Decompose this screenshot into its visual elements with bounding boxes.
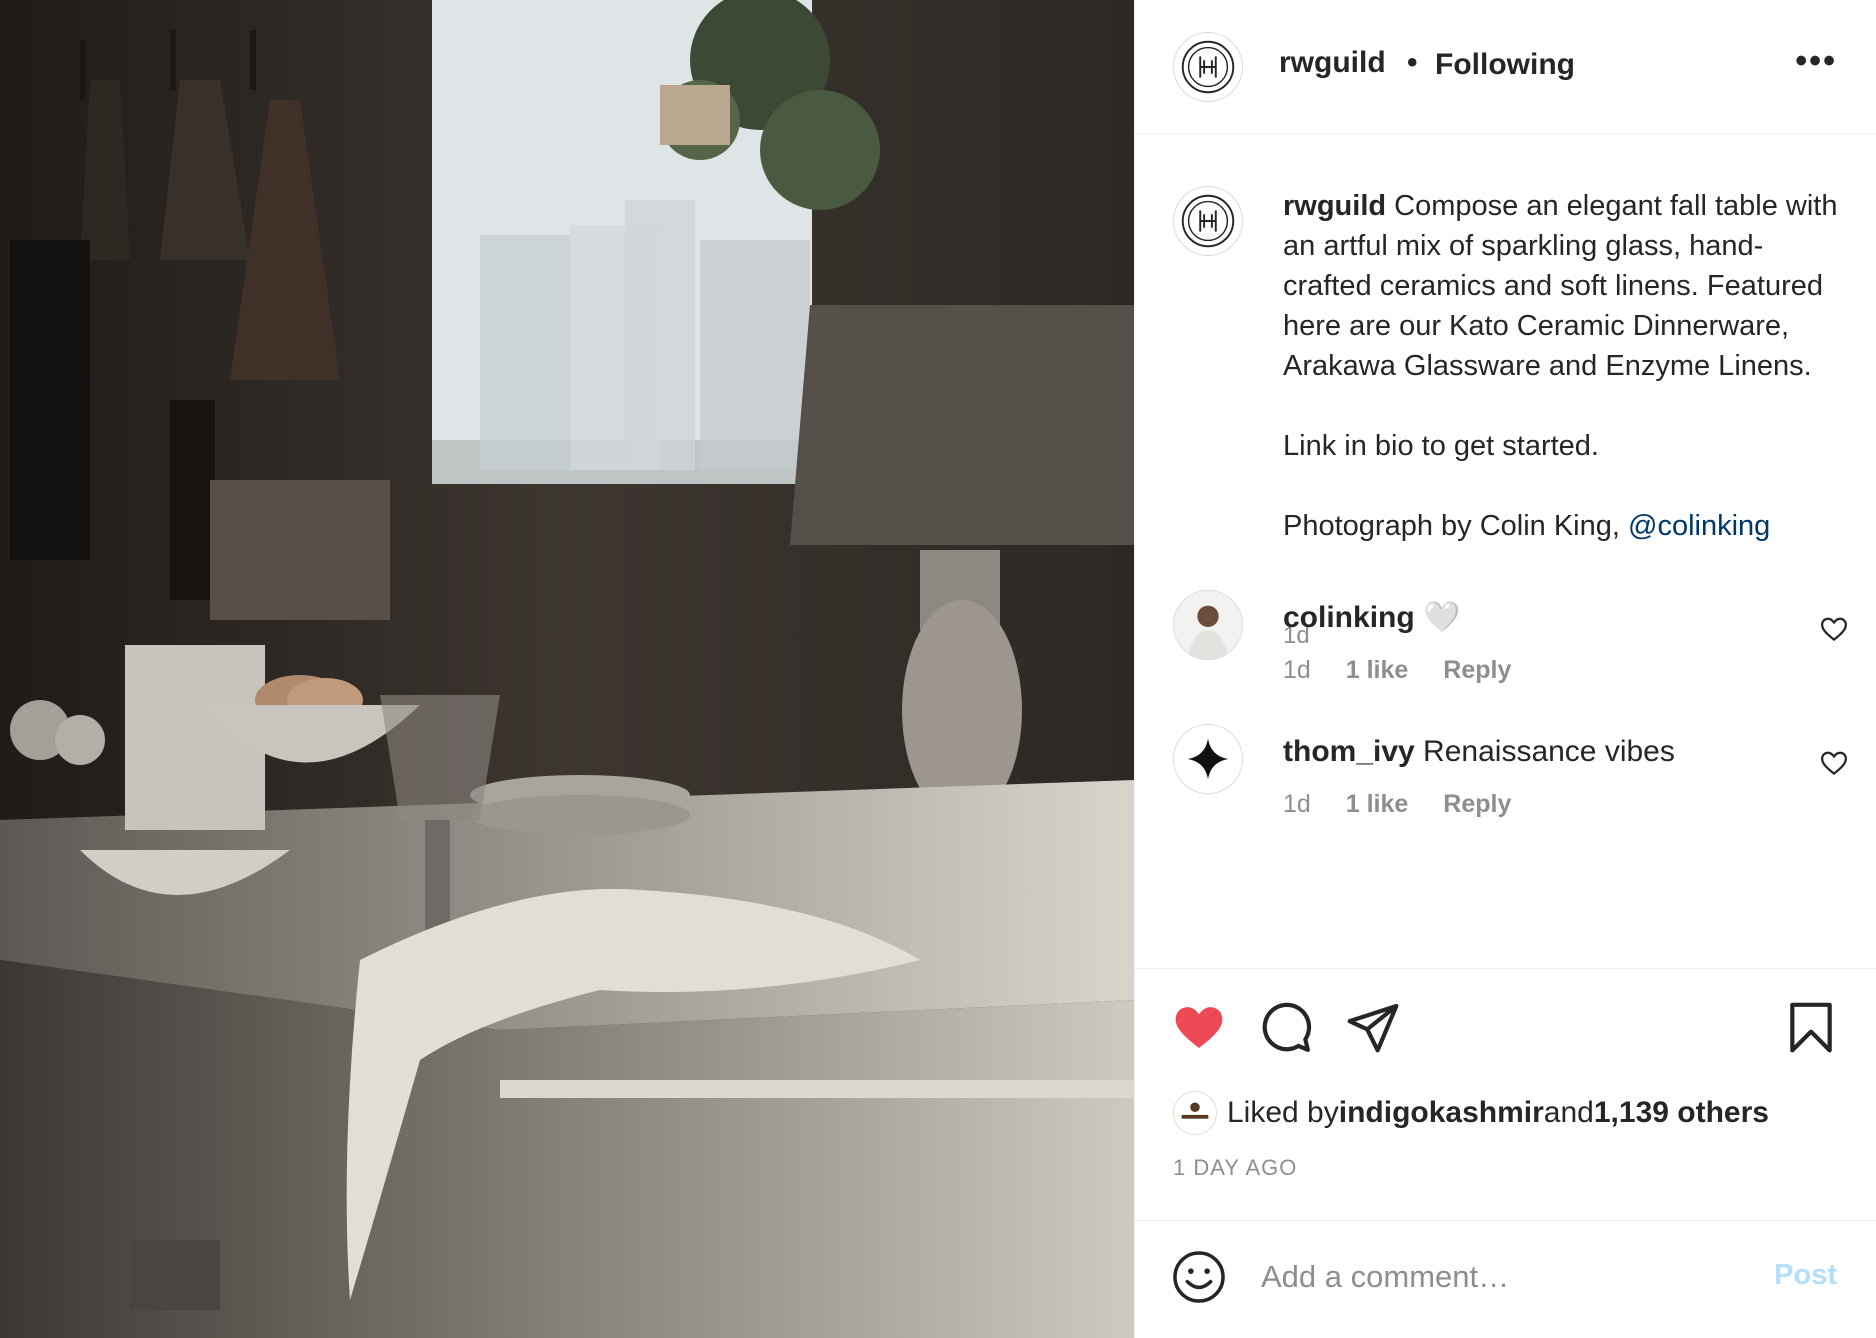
comment-username[interactable]: thom_ivy <box>1283 735 1415 768</box>
comment-time[interactable]: 1d <box>1283 790 1311 818</box>
reply-button[interactable]: Reply <box>1443 656 1511 684</box>
liked-by-user[interactable]: indigokashmir <box>1339 1096 1544 1130</box>
heart-filled-icon[interactable] <box>1171 999 1227 1055</box>
action-section: Liked by indigokashmir and 1,139 others … <box>1135 968 1876 1222</box>
post-photo[interactable] <box>0 0 1134 1338</box>
comment-text: Renaissance vibes <box>1414 735 1675 768</box>
emoji-icon[interactable] <box>1171 1249 1227 1305</box>
mention-link[interactable]: @colinking <box>1628 510 1770 542</box>
comment-item: colinking 🤍 1d 1 like Reply <box>1135 590 1876 730</box>
caption-username[interactable]: rwguild <box>1283 190 1386 222</box>
likes-summary: Liked by indigokashmir and 1,139 others <box>1173 1091 1769 1135</box>
post-caption: rwguild Compose an elegant fall table wi… <box>1283 186 1849 546</box>
comment-text: 🤍 <box>1414 601 1461 634</box>
following-button[interactable]: Following <box>1435 48 1575 82</box>
likes-prefix: Liked by <box>1227 1096 1339 1129</box>
header-separator: • <box>1407 46 1418 79</box>
brand-logo-icon <box>1174 1092 1216 1134</box>
header-username[interactable]: rwguild <box>1279 46 1386 80</box>
post-detail-panel: rwguild • Following ••• rwguild Compose … <box>1134 0 1876 1338</box>
rwguild-logo-icon <box>1181 194 1235 248</box>
comment-likes[interactable]: 1 like <box>1346 790 1409 818</box>
comment-input[interactable] <box>1261 1251 1731 1303</box>
comment-icon[interactable] <box>1257 999 1313 1055</box>
rwguild-avatar[interactable] <box>1173 32 1243 102</box>
caption-avatar[interactable] <box>1173 186 1243 256</box>
sparkle-logo-icon <box>1174 725 1242 793</box>
indigokashmir-avatar[interactable] <box>1173 1091 1217 1135</box>
likes-count[interactable]: 1,139 others <box>1594 1096 1769 1130</box>
likes-middle: and <box>1543 1096 1594 1129</box>
comment-likes[interactable]: 1 like <box>1346 656 1409 684</box>
comment-username[interactable]: colinking <box>1283 601 1415 634</box>
comment-item: thom_ivy Renaissance vibes 1d 1 like Rep… <box>1135 724 1876 864</box>
reply-button[interactable]: Reply <box>1443 790 1511 818</box>
caption-credit: Photograph by Colin King, <box>1283 510 1628 542</box>
like-comment-icon[interactable] <box>1819 614 1849 644</box>
more-options-icon[interactable]: ••• <box>1795 42 1837 81</box>
caption-link-line: Link in bio to get started. <box>1283 430 1599 462</box>
add-comment-bar: Post <box>1135 1220 1876 1338</box>
post-timestamp[interactable]: 1 DAY AGO <box>1173 1155 1297 1181</box>
like-comment-icon[interactable] <box>1819 748 1849 778</box>
comments-list[interactable]: rwguild Compose an elegant fall table wi… <box>1135 134 1876 968</box>
bookmark-icon[interactable] <box>1783 999 1839 1055</box>
colinking-avatar[interactable] <box>1173 590 1243 660</box>
profile-photo-icon <box>1174 591 1242 659</box>
comment-time[interactable]: 1d <box>1283 656 1311 684</box>
thom-ivy-avatar[interactable] <box>1173 724 1243 794</box>
post-photo-illustration <box>0 0 1134 1338</box>
post-comment-button[interactable]: Post <box>1774 1259 1837 1292</box>
share-icon[interactable] <box>1345 999 1401 1055</box>
post-header: rwguild • Following ••• <box>1135 0 1876 134</box>
rwguild-logo-icon <box>1181 40 1235 94</box>
